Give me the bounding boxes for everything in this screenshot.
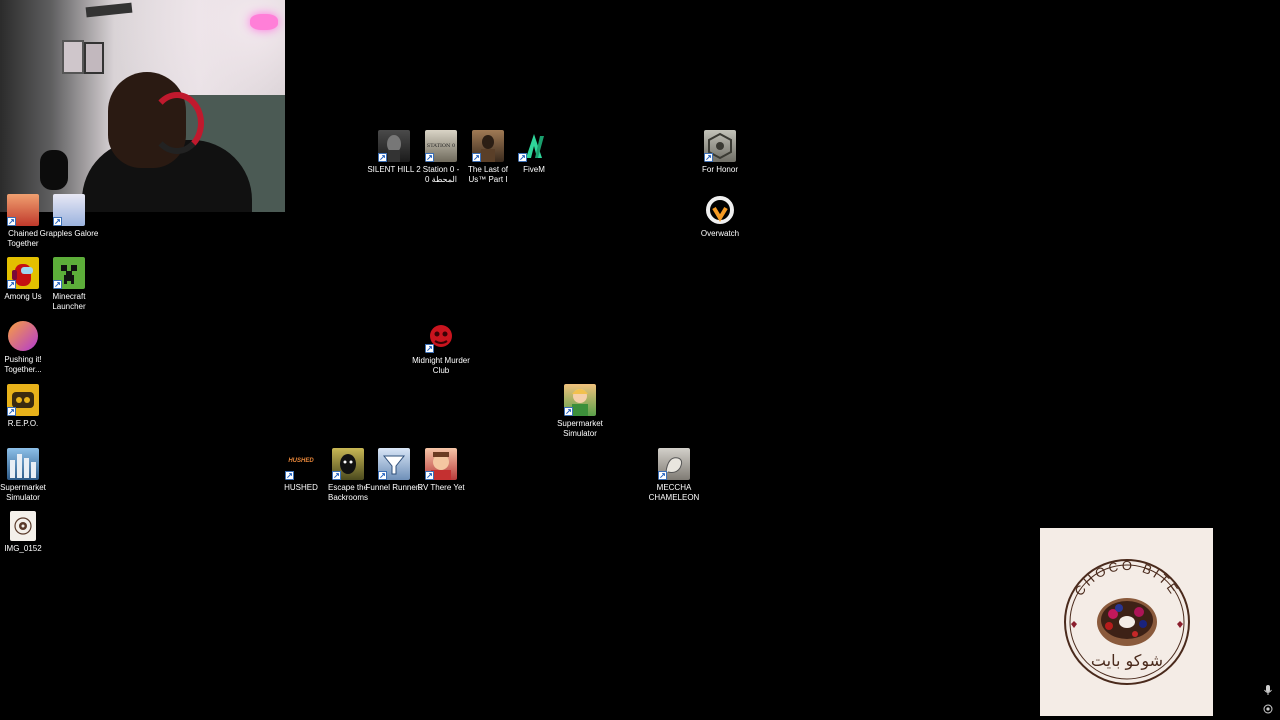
grapples-galore-icon: ↗ (53, 194, 85, 226)
shortcut-arrow-icon: ↗ (285, 471, 294, 480)
shortcut-arrow-icon: ↗ (378, 471, 387, 480)
icon-label: Midnight Murder Club (412, 356, 470, 375)
hushed-icon: HUSHED ↗ (285, 448, 317, 480)
midnight-murder-club-icon: ↗ (425, 321, 457, 353)
supermarket-simulator-icon (7, 448, 39, 480)
webcam-overlay (0, 0, 285, 212)
icon-label: MECCHA CHAMELEON (648, 483, 700, 502)
desktop-icon-rv-there-yet[interactable]: ↗ RV There Yet (413, 448, 469, 493)
shortcut-arrow-icon: ↗ (53, 280, 62, 289)
desktop-icon-midnight-murder-club[interactable]: ↗ Midnight Murder Club (412, 321, 470, 376)
desktop-icon-pushing-it-together[interactable]: Pushing it! Together... (0, 320, 51, 375)
desktop-icon-supermarket-simulator-2[interactable]: ↗ Supermarket Simulator (552, 384, 608, 439)
rv-there-yet-icon: ↗ (425, 448, 457, 480)
choco-bite-logo-overlay: CHOCO BITE شوكو بايت (1040, 528, 1213, 716)
shortcut-arrow-icon: ↗ (425, 153, 434, 162)
desktop-icon-grapples-galore[interactable]: ↗ Grapples Galore (39, 194, 99, 239)
shortcut-arrow-icon: ↗ (564, 407, 573, 416)
minecraft-creeper-icon: ↗ (53, 257, 85, 289)
station-0-icon: STATION 0 ↗ (425, 130, 457, 162)
shortcut-arrow-icon: ↗ (7, 280, 16, 289)
image-file-icon (10, 511, 36, 541)
icon-label: Supermarket Simulator (557, 419, 603, 438)
escape-the-backrooms-icon: ↗ (332, 448, 364, 480)
shortcut-arrow-icon: ↗ (472, 153, 481, 162)
microphone-icon[interactable] (1262, 684, 1274, 696)
icon-label: RV There Yet (417, 483, 465, 492)
for-honor-icon: ↗ (704, 130, 736, 162)
icon-label: Overwatch (700, 229, 740, 238)
repo-robot-icon: ↗ (7, 384, 39, 416)
logo-bottom-text: شوكو بايت (1090, 651, 1162, 671)
desktop-icon-for-honor[interactable]: ↗ For Honor (692, 130, 748, 175)
webcam-microphone (40, 150, 68, 190)
desktop-icon-minecraft-launcher[interactable]: ↗ Minecraft Launcher (41, 257, 97, 312)
webcam-wall-frame (62, 40, 84, 74)
logo-top-text: CHOCO BITE (1071, 558, 1179, 599)
silent-hill-icon: ↗ (378, 130, 410, 162)
pushing-it-together-icon (7, 320, 39, 352)
shortcut-arrow-icon: ↗ (7, 217, 16, 226)
among-us-icon: ↗ (7, 257, 39, 289)
shortcut-arrow-icon: ↗ (425, 344, 434, 353)
desktop-icon-overwatch[interactable]: Overwatch (692, 194, 748, 239)
desktop-icon-meccha-chameleon[interactable]: ↗ MECCHA CHAMELEON (646, 448, 702, 503)
overwatch-icon (704, 194, 736, 226)
webcam-neon-sign (250, 14, 278, 30)
shortcut-arrow-icon: ↗ (658, 471, 667, 480)
fivem-icon: ↗ (518, 130, 550, 162)
meccha-chameleon-icon: ↗ (658, 448, 690, 480)
shortcut-arrow-icon: ↗ (704, 153, 713, 162)
webcam-headset (150, 92, 204, 154)
desktop-icon-img-0152[interactable]: IMG_0152 (0, 511, 51, 554)
icon-label: IMG_0152 (4, 544, 42, 553)
icon-label: R.E.P.O. (7, 419, 39, 428)
chained-together-icon: ↗ (7, 194, 39, 226)
shortcut-arrow-icon: ↗ (518, 153, 527, 162)
supermarket-simulator-cashier-icon: ↗ (564, 384, 596, 416)
shortcut-arrow-icon: ↗ (332, 471, 341, 480)
icon-label: FiveM (523, 165, 545, 174)
shortcut-arrow-icon: ↗ (53, 217, 62, 226)
svg-text:CHOCO BITE: CHOCO BITE (1071, 558, 1182, 599)
funnel-runners-icon: ↗ (378, 448, 410, 480)
station-0-banner: STATION 0 (426, 143, 456, 149)
choco-bite-donut-logo: CHOCO BITE شوكو بايت (1063, 558, 1190, 685)
last-of-us-icon: ↗ (472, 130, 504, 162)
desktop-icon-repo[interactable]: ↗ R.E.P.O. (0, 384, 51, 429)
desktop-icon-fivem[interactable]: ↗ FiveM (506, 130, 562, 175)
icon-label: For Honor (701, 165, 738, 174)
hushed-banner: HUSHED (288, 458, 314, 464)
shortcut-arrow-icon: ↗ (7, 407, 16, 416)
location-target-icon[interactable] (1262, 703, 1274, 715)
icon-label: Supermarket Simulator (0, 483, 46, 502)
icon-label: Minecraft Launcher (52, 292, 86, 311)
icon-label: Pushing it! Together... (4, 355, 42, 374)
icon-label: Grapples Galore (39, 229, 99, 238)
webcam-wall-frame (84, 42, 104, 74)
shortcut-arrow-icon: ↗ (378, 153, 387, 162)
shortcut-arrow-icon: ↗ (425, 471, 434, 480)
desktop-icon-supermarket-simulator[interactable]: Supermarket Simulator (0, 448, 51, 503)
